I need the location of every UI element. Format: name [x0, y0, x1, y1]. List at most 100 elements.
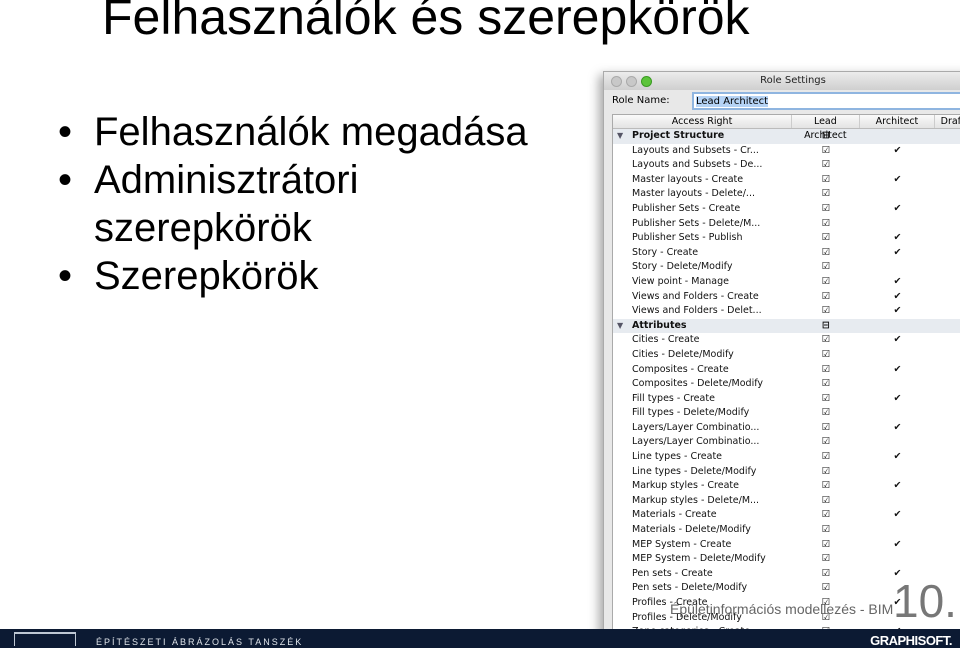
checkmark-icon: ✔	[893, 144, 902, 156]
table-row[interactable]: Materials - Create ☑ ✔	[613, 508, 960, 523]
checkmark-icon: ✔	[893, 451, 902, 463]
checkbox[interactable]: ☑	[792, 581, 860, 596]
role-name-input[interactable]: Lead Architect	[692, 92, 960, 110]
table-row[interactable]: View point - Manage ☑ ✔	[613, 275, 960, 290]
group-row[interactable]: ▼ Attributes ⊟	[613, 318, 960, 334]
checkbox[interactable]: ☑	[792, 406, 860, 421]
disclosure-triangle-icon[interactable]: ▼	[617, 319, 623, 334]
access-right-label: Fill types - Delete/Modify	[632, 407, 750, 419]
group-row[interactable]: ▼ Project Structure ⊟	[613, 129, 960, 144]
table-row[interactable]: Materials - Delete/Modify ☑	[613, 523, 960, 538]
access-right-label: Master layouts - Delete/...	[632, 188, 755, 200]
close-button[interactable]	[611, 76, 622, 87]
checkbox[interactable]: ☑	[792, 260, 860, 275]
table-row[interactable]: MEP System - Create ☑ ✔	[613, 538, 960, 553]
checkbox[interactable]: ☑	[792, 202, 860, 217]
checkbox[interactable]: ☑	[792, 333, 860, 348]
access-right-label: Composites - Delete/Modify	[632, 378, 764, 390]
table-row[interactable]: Story - Create ☑ ✔	[613, 246, 960, 261]
checkbox[interactable]: ☑	[792, 538, 860, 553]
checkbox[interactable]: ☑	[792, 246, 860, 261]
table-row[interactable]: Layers/Layer Combinatio... ☑ ✔	[613, 421, 960, 436]
checkbox[interactable]: ☑	[792, 392, 860, 407]
empty-cell	[860, 552, 936, 567]
role-name-label: Role Name:	[612, 95, 670, 106]
empty-cell	[860, 406, 936, 421]
access-right-label: Master layouts - Create	[632, 173, 744, 185]
column-header[interactable]: Lead Architect	[792, 115, 860, 141]
checkbox[interactable]: ☑	[792, 158, 860, 173]
table-row[interactable]: Publisher Sets - Delete/M... ☑	[613, 217, 960, 232]
access-right-label: Publisher Sets - Create	[632, 202, 741, 214]
table-row[interactable]: Publisher Sets - Create ☑ ✔	[613, 202, 960, 217]
table-row[interactable]: Line types - Delete/Modify ☑	[613, 465, 960, 480]
table-row[interactable]: Views and Folders - Create ☑ ✔	[613, 290, 960, 305]
table-row[interactable]: Fill types - Create ☑ ✔	[613, 392, 960, 407]
table-row[interactable]: Composites - Delete/Modify ☑	[613, 377, 960, 392]
table-row[interactable]: Composites - Create ☑ ✔	[613, 363, 960, 378]
empty-cell	[860, 348, 936, 363]
table-row[interactable]: Layouts and Subsets - De... ☑	[613, 158, 960, 173]
table-row[interactable]: Cities - Create ☑ ✔	[613, 333, 960, 348]
checkbox[interactable]: ☑	[792, 377, 860, 392]
access-right-label: MEP System - Delete/Modify	[632, 553, 766, 565]
column-header[interactable]: Draftsma	[935, 115, 960, 128]
checkmark-icon: ✔	[893, 538, 902, 550]
checkbox[interactable]: ☑	[792, 187, 860, 202]
column-header[interactable]: Architect	[860, 115, 936, 128]
checkbox[interactable]: ☑	[792, 494, 860, 509]
table-row[interactable]: Master layouts - Delete/... ☑	[613, 187, 960, 202]
checkbox[interactable]: ☑	[792, 435, 860, 450]
table-row[interactable]: Cities - Delete/Modify ☑	[613, 348, 960, 363]
checkbox[interactable]: ☑	[792, 479, 860, 494]
checkbox[interactable]: ☑	[792, 290, 860, 305]
checkmark-icon: ✔	[893, 290, 902, 302]
access-right-label: Layers/Layer Combinatio...	[632, 436, 760, 448]
mixed-checkbox[interactable]: ⊟	[792, 129, 860, 144]
empty-cell	[860, 465, 936, 480]
checkmark-icon: ✔	[893, 363, 902, 375]
building-logo	[14, 632, 76, 646]
access-right-label: Views and Folders - Delet...	[632, 305, 762, 317]
access-right-label: Pen sets - Create	[632, 567, 713, 579]
table-row[interactable]: Line types - Create ☑ ✔	[613, 450, 960, 465]
column-header[interactable]: Access Right	[613, 115, 793, 128]
table-row[interactable]: Markup styles - Create ☑ ✔	[613, 479, 960, 494]
table-row[interactable]: Layers/Layer Combinatio... ☑	[613, 435, 960, 450]
checkbox[interactable]: ☑	[792, 363, 860, 378]
mixed-checkbox[interactable]: ⊟	[792, 319, 860, 334]
table-row[interactable]: Master layouts - Create ☑ ✔	[613, 173, 960, 188]
checkbox[interactable]: ☑	[792, 552, 860, 567]
table-row[interactable]: Markup styles - Delete/M... ☑	[613, 494, 960, 509]
checkbox[interactable]: ☑	[792, 348, 860, 363]
checkbox[interactable]: ☑	[792, 567, 860, 582]
minimize-button[interactable]	[626, 76, 637, 87]
checkbox[interactable]: ☑	[792, 450, 860, 465]
disclosure-triangle-icon[interactable]: ▼	[617, 129, 623, 144]
checkbox[interactable]: ☑	[792, 508, 860, 523]
access-right-label: Markup styles - Create	[632, 480, 739, 492]
checkbox[interactable]: ☑	[792, 304, 860, 319]
empty-cell	[860, 523, 936, 538]
checkbox[interactable]: ☑	[792, 173, 860, 188]
zoom-button[interactable]	[641, 76, 652, 87]
table-row[interactable]: MEP System - Delete/Modify ☑	[613, 552, 960, 567]
table-row[interactable]: Story - Delete/Modify ☑	[613, 260, 960, 275]
checkbox[interactable]: ☑	[792, 144, 860, 159]
checkbox[interactable]: ☑	[792, 421, 860, 436]
checkbox[interactable]: ☑	[792, 231, 860, 246]
access-rights-table: Access Right Lead Architect Architect Dr…	[612, 114, 960, 640]
table-row[interactable]: Layouts and Subsets - Cr... ☑ ✔	[613, 144, 960, 159]
table-row[interactable]: Fill types - Delete/Modify ☑	[613, 406, 960, 421]
checkmark-icon: ✔	[893, 392, 902, 404]
checkbox[interactable]: ☑	[792, 275, 860, 290]
access-right-label: Publisher Sets - Delete/M...	[632, 217, 761, 229]
table-row[interactable]: Publisher Sets - Publish ☑ ✔	[613, 231, 960, 246]
access-right-label: Cities - Create	[632, 334, 700, 346]
checkbox[interactable]: ☑	[792, 217, 860, 232]
title-bar: Role Settings	[604, 72, 960, 90]
checkbox[interactable]: ☑	[792, 465, 860, 480]
checkbox[interactable]: ☑	[792, 523, 860, 538]
table-row[interactable]: Views and Folders - Delet... ☑ ✔	[613, 304, 960, 319]
bullet-item: Szerepkörök	[58, 252, 528, 300]
